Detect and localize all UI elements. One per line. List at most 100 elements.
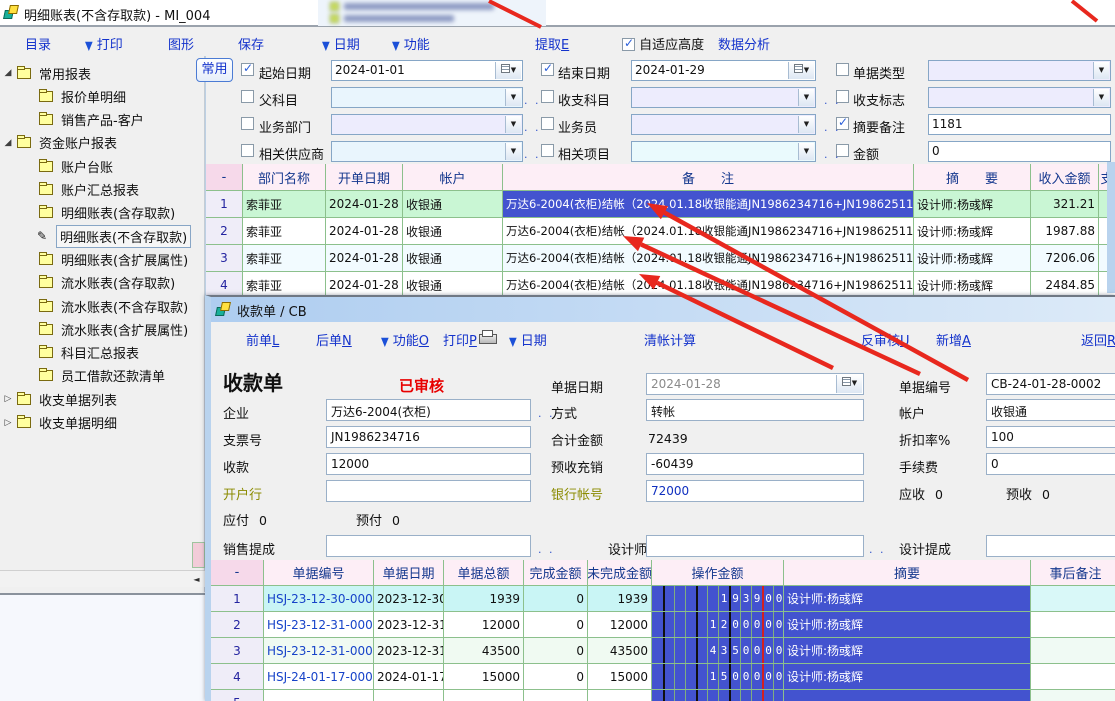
detail-table-header[interactable]: 摘要: [784, 560, 1031, 586]
row-num[interactable]: 4: [206, 272, 243, 295]
detail-table-header[interactable]: 单据编号: [264, 560, 374, 586]
doc-date-cell[interactable]: 2024-01-17: [374, 664, 444, 690]
sidebar-hscrollbar[interactable]: ◄: [0, 570, 205, 587]
after-note-cell[interactable]: [1031, 690, 1115, 701]
doc-code-cell[interactable]: HSJ-23-12-30-0004: [264, 586, 374, 612]
dropdown-button[interactable]: ▼: [1093, 89, 1109, 106]
account-cell[interactable]: 收银通: [403, 245, 503, 272]
filter-checkbox-col3-0[interactable]: [836, 63, 849, 76]
remain-cell[interactable]: [588, 690, 652, 701]
menu-catalog[interactable]: 目录: [25, 34, 51, 53]
main-table-header[interactable]: 帐户: [403, 164, 503, 191]
tree-expanded-icon[interactable]: ◢: [2, 138, 14, 148]
sales-commission-input[interactable]: [326, 535, 531, 557]
clear-account-calc-button[interactable]: 清帐计算: [644, 330, 696, 349]
detail-table-header[interactable]: 单据日期: [374, 560, 444, 586]
main-table-header[interactable]: 摘 要: [914, 164, 1031, 191]
doc-date-cell[interactable]: 2023-12-31: [374, 638, 444, 664]
sidebar-item[interactable]: 员工借款还款清单: [24, 365, 168, 387]
discount-rate-input[interactable]: 100: [986, 426, 1115, 448]
row-num[interactable]: 1: [211, 586, 264, 612]
tree-collapsed-icon[interactable]: ▷: [2, 394, 14, 404]
scroll-left-arrow-icon[interactable]: ◄: [190, 573, 203, 586]
account-input[interactable]: 收银通: [986, 399, 1115, 421]
table-row[interactable]: 3索菲亚2024-01-28收银通万达6-2004(衣柜)结帐（2024.01.…: [206, 245, 1115, 272]
fee-input[interactable]: 0: [986, 453, 1115, 475]
account-cell[interactable]: 收银通: [403, 272, 503, 295]
total-cell[interactable]: 1939: [444, 586, 524, 612]
sidebar-item[interactable]: 明细账表(含扩展属性): [24, 248, 191, 270]
op-amount-cell[interactable]: 1500000: [652, 664, 784, 690]
date-picker-button[interactable]: ▼: [495, 62, 521, 79]
bank-account-input[interactable]: 72000: [646, 480, 864, 502]
note-cell[interactable]: 万达6-2004(衣柜)结帐（2024.01.18收银能通JN198623471…: [503, 272, 914, 295]
filter-checkbox-col1-0[interactable]: [241, 63, 254, 76]
note-cell[interactable]: 万达6-2004(衣柜)结帐（2024.01.18收银能通JN198623471…: [503, 245, 914, 272]
sidebar-item[interactable]: 流水账表(含扩展属性): [24, 318, 191, 340]
dropdown-button[interactable]: ▼: [1093, 62, 1109, 79]
income-cell[interactable]: 7206.06: [1031, 245, 1099, 272]
row-num[interactable]: 2: [211, 612, 264, 638]
row-num[interactable]: 2: [206, 218, 243, 245]
done-cell[interactable]: 0: [524, 664, 588, 690]
main-table-header[interactable]: 收入金额: [1031, 164, 1099, 191]
receipt-input[interactable]: 12000: [326, 453, 531, 475]
function-menu-button[interactable]: ▼功能O: [381, 330, 429, 349]
sidebar-item[interactable]: ◢常用报表: [2, 62, 94, 84]
after-note-cell[interactable]: [1031, 638, 1115, 664]
row-num[interactable]: 1: [206, 191, 243, 218]
filter-checkbox-col1-3[interactable]: [241, 144, 254, 157]
printer-icon[interactable]: [479, 330, 496, 345]
dept-cell[interactable]: 索菲亚: [243, 272, 326, 295]
filter-input-col3-2[interactable]: 1181: [928, 114, 1111, 135]
doc-date-input[interactable]: 2024-01-28▼: [646, 373, 864, 395]
after-note-cell[interactable]: [1031, 612, 1115, 638]
op-amount-cell[interactable]: 1200000: [652, 612, 784, 638]
autofit-checkbox[interactable]: [622, 38, 635, 51]
doc-code-cell[interactable]: HSJ-23-12-31-0005: [264, 612, 374, 638]
after-note-cell[interactable]: [1031, 664, 1115, 690]
detail-table-row[interactable]: 3HSJ-23-12-31-00062023-12-31435000435004…: [211, 638, 1115, 664]
detail-table-header[interactable]: 单据总额: [444, 560, 524, 586]
method-input[interactable]: 转帐: [646, 399, 864, 421]
done-cell[interactable]: 0: [524, 638, 588, 664]
dept-cell[interactable]: 索菲亚: [243, 191, 326, 218]
doc-date-cell[interactable]: 2023-12-30: [374, 586, 444, 612]
filter-checkbox-col1-2[interactable]: [241, 117, 254, 130]
filter-input-col1-1[interactable]: ▼: [331, 87, 523, 108]
menu-extract[interactable]: 提取E: [535, 34, 569, 53]
total-cell[interactable]: 43500: [444, 638, 524, 664]
summary-cell[interactable]: [784, 690, 1031, 701]
date-cell[interactable]: 2024-01-28: [326, 272, 403, 295]
filter-checkbox-col1-1[interactable]: [241, 90, 254, 103]
done-cell[interactable]: 0: [524, 586, 588, 612]
tree-expanded-icon[interactable]: ◢: [2, 68, 14, 78]
done-cell[interactable]: [524, 690, 588, 701]
menu-autofit-height[interactable]: 自适应高度: [622, 34, 704, 53]
sidebar-item[interactable]: 流水账表(不含存取款): [24, 295, 191, 317]
remain-cell[interactable]: 12000: [588, 612, 652, 638]
menu-print[interactable]: ▼打印: [85, 34, 123, 53]
income-cell[interactable]: 1987.88: [1031, 218, 1099, 245]
after-note-cell[interactable]: [1031, 586, 1115, 612]
dropdown-button[interactable]: ▼: [505, 116, 521, 133]
row-num[interactable]: 5: [211, 690, 264, 701]
doc-code-cell[interactable]: [264, 690, 374, 701]
note-cell[interactable]: 万达6-2004(衣柜)结帐（2024.01.18收银能通JN198623471…: [503, 218, 914, 245]
date-cell[interactable]: 2024-01-28: [326, 218, 403, 245]
next-doc-button[interactable]: 后单N: [316, 330, 352, 349]
date-picker-button[interactable]: ▼: [836, 375, 862, 393]
summary-cell[interactable]: 设计师:杨彧辉: [914, 245, 1031, 272]
op-amount-cell[interactable]: 193900: [652, 586, 784, 612]
summary-cell[interactable]: 设计师:杨彧辉: [784, 612, 1031, 638]
sidebar-item[interactable]: 销售产品-客户: [24, 109, 147, 131]
total-cell[interactable]: [444, 690, 524, 701]
menu-date[interactable]: ▼日期: [322, 34, 360, 53]
menu-save[interactable]: 保存: [238, 34, 264, 53]
sidebar-item[interactable]: 账户汇总报表: [24, 179, 142, 201]
unaudit-button[interactable]: 反审核U: [861, 330, 910, 349]
remain-cell[interactable]: 15000: [588, 664, 652, 690]
sidebar-item[interactable]: ▷收支单据明细: [2, 412, 120, 434]
table-row[interactable]: 2索菲亚2024-01-28收银通万达6-2004(衣柜)结帐（2024.01.…: [206, 218, 1115, 245]
tree-collapsed-icon[interactable]: ▷: [2, 418, 14, 428]
